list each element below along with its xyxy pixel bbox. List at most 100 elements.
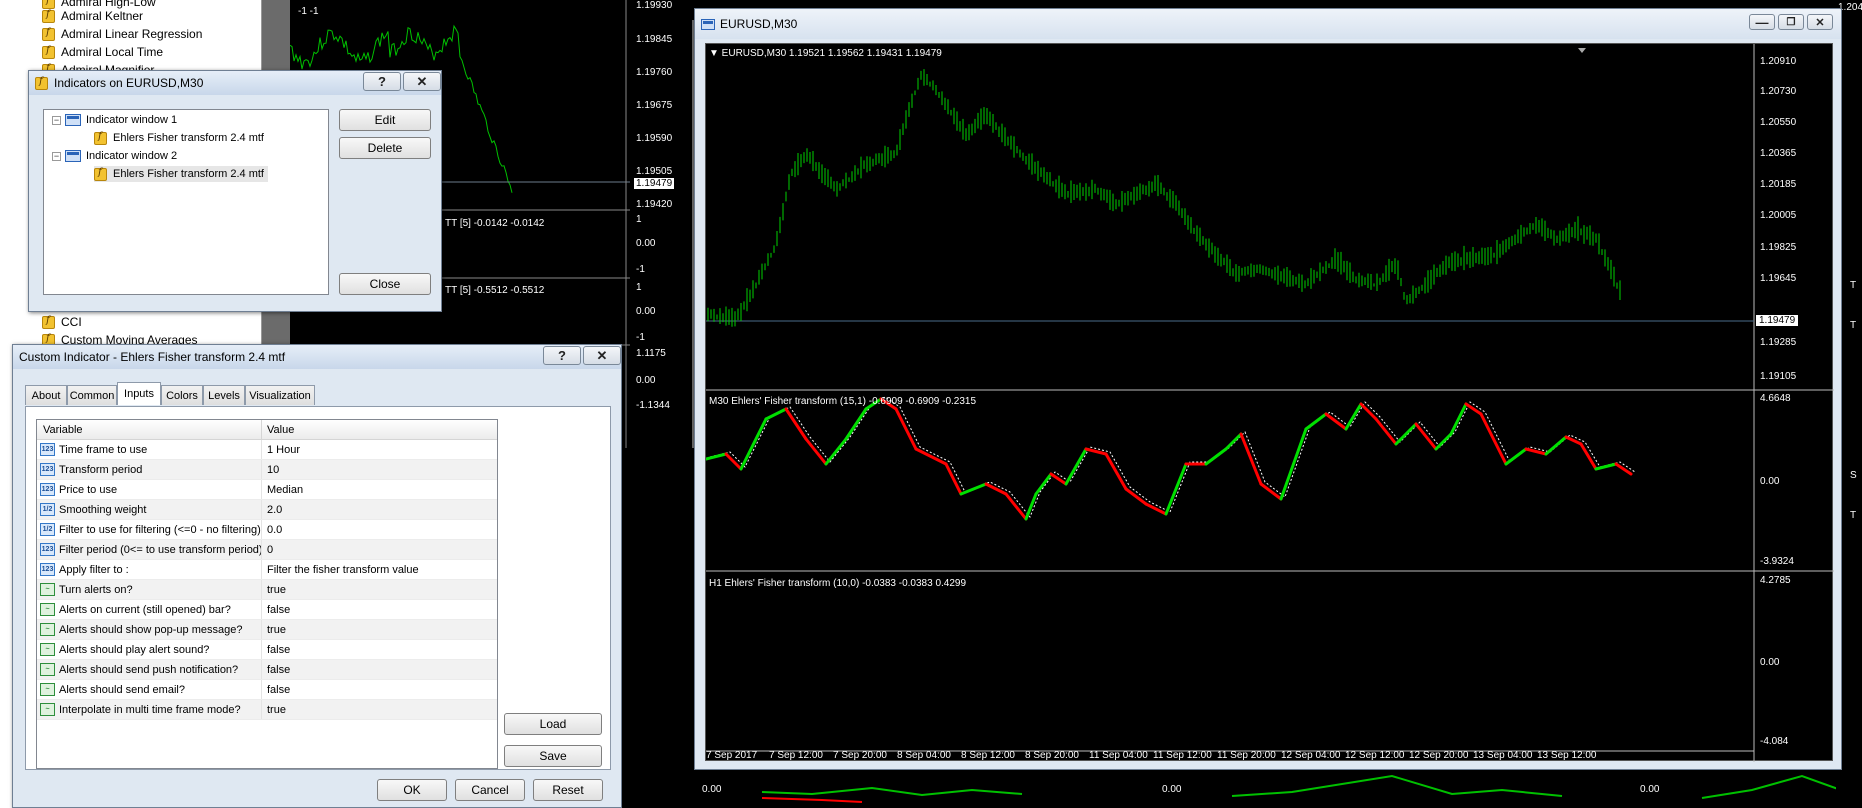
int-param-icon: 123: [40, 483, 55, 496]
inputs-table[interactable]: Variable Value 123 Time frame to use 1 Hou…: [36, 419, 498, 769]
input-value[interactable]: 10: [267, 464, 279, 476]
tree-item-indicator-selected[interactable]: Ehlers Fisher transform 2.4 mtf: [94, 166, 268, 182]
indicators-tree[interactable]: − Indicator window 1 Ehlers Fisher trans…: [43, 109, 329, 295]
collapse-icon[interactable]: −: [52, 115, 61, 125]
delete-button[interactable]: Delete: [339, 137, 431, 159]
close-button[interactable]: ✕: [403, 72, 441, 91]
input-row[interactable]: ~ Alerts on current (still opened) bar? fa…: [37, 600, 497, 620]
input-variable: Filter period (0<= to use transform peri…: [59, 544, 263, 556]
input-value[interactable]: 0.0: [267, 524, 282, 536]
input-value[interactable]: false: [267, 684, 290, 696]
input-value[interactable]: 0: [267, 544, 273, 556]
input-value[interactable]: false: [267, 644, 290, 656]
input-value[interactable]: true: [267, 704, 286, 716]
fisher-segment: [1374, 417, 1398, 446]
column-header-variable[interactable]: Variable: [43, 424, 83, 436]
chart-area[interactable]: ▼ EURUSD,M30 1.19521 1.19562 1.19431 1.1…: [705, 43, 1834, 762]
tab-panel: Variable Value 123 Time frame to use 1 Hou…: [25, 406, 611, 770]
input-row[interactable]: ~ Turn alerts on? true: [37, 580, 497, 600]
input-value[interactable]: 2.0: [267, 504, 282, 516]
input-value[interactable]: Filter the fisher transform value: [267, 564, 419, 576]
tree-item-indicator[interactable]: Ehlers Fisher transform 2.4 mtf: [94, 130, 264, 146]
column-header-value[interactable]: Value: [267, 424, 294, 436]
column-divider: [261, 640, 262, 659]
restore-button[interactable]: ❐: [1778, 14, 1804, 30]
navigator-item[interactable]: CCI: [42, 314, 82, 330]
load-button[interactable]: Load: [504, 713, 602, 735]
help-button[interactable]: ?: [543, 346, 581, 365]
input-value[interactable]: Median: [267, 484, 303, 496]
minimize-button[interactable]: —: [1749, 14, 1775, 30]
input-row[interactable]: 123 Filter period (0<= to use transform p…: [37, 540, 497, 560]
indicator-icon: [42, 45, 55, 59]
tab-levels[interactable]: Levels: [203, 385, 245, 405]
price-bars: [707, 69, 1621, 327]
tree-item-window-2[interactable]: − Indicator window 2: [52, 148, 177, 164]
help-button[interactable]: ?: [363, 72, 401, 91]
tab-visualization[interactable]: Visualization: [245, 385, 315, 405]
fisher-segment: [804, 437, 828, 466]
navigator-item[interactable]: Admiral Keltner: [42, 8, 143, 24]
input-row[interactable]: 123 Apply filter to : Filter the fisher tr…: [37, 560, 497, 580]
navigator-item[interactable]: Admiral Linear Regression: [42, 26, 202, 42]
fisher-segment: [1544, 435, 1568, 456]
fisher-segment: [1239, 432, 1263, 486]
input-variable: Alerts should send push notification?: [59, 664, 239, 676]
column-divider: [261, 440, 262, 459]
input-row[interactable]: ~ Alerts should send push notification? fa…: [37, 660, 497, 680]
input-value[interactable]: 1 Hour: [267, 444, 300, 456]
collapse-icon[interactable]: −: [52, 151, 61, 161]
input-value[interactable]: true: [267, 584, 286, 596]
input-row[interactable]: 123 Time frame to use 1 Hour: [37, 440, 497, 460]
input-row[interactable]: 123 Price to use Median: [37, 480, 497, 500]
fisher-segment: [824, 437, 848, 466]
input-variable: Alerts on current (still opened) bar?: [59, 604, 231, 616]
input-value[interactable]: true: [267, 624, 286, 636]
cancel-button[interactable]: Cancel: [455, 779, 525, 801]
indicator-window-icon: [65, 114, 81, 126]
save-button[interactable]: Save: [504, 745, 602, 767]
input-row[interactable]: 1/2 Smoothing weight 2.0: [37, 500, 497, 520]
double-param-icon: 1/2: [40, 523, 55, 536]
tab-about[interactable]: About: [25, 385, 67, 405]
input-row[interactable]: ~ Alerts should play alert sound? false: [37, 640, 497, 660]
fisher-lines: [706, 396, 1636, 521]
input-row[interactable]: ~ Alerts should send email? false: [37, 680, 497, 700]
edit-button[interactable]: Edit: [339, 109, 431, 131]
input-row[interactable]: ~ Interpolate in multi time frame mode? tr…: [37, 700, 497, 720]
column-divider: [261, 420, 262, 439]
input-variable: Alerts should send email?: [59, 684, 185, 696]
input-value[interactable]: false: [267, 664, 290, 676]
input-row[interactable]: ~ Alerts should show pop-up message? true: [37, 620, 497, 640]
fisher-segment: [1224, 432, 1243, 451]
subwindow-label: TT [5] -0.5512 -0.5512: [445, 285, 545, 296]
input-variable: Apply filter to :: [59, 564, 129, 576]
tree-item-window-1[interactable]: − Indicator window 1: [52, 112, 177, 128]
fisher-segment: [1204, 447, 1228, 466]
ok-button[interactable]: OK: [377, 779, 447, 801]
input-value[interactable]: false: [267, 604, 290, 616]
close-button[interactable]: ✕: [1807, 14, 1833, 30]
inputs-table-header: Variable Value: [37, 420, 497, 440]
tab-inputs[interactable]: Inputs: [117, 382, 161, 405]
background-price-axis: 1.19930 1.19845 1.19760 1.19675 1.19590 …: [630, 0, 692, 448]
indicator-icon: [42, 315, 55, 329]
fisher-segment: [959, 482, 988, 496]
fisher-segment: [1359, 402, 1378, 421]
input-variable: Smoothing weight: [59, 504, 147, 516]
input-variable: Alerts should play alert sound?: [59, 644, 210, 656]
subwindow-label: TT [5] -0.0142 -0.0142: [445, 218, 545, 229]
tab-colors[interactable]: Colors: [161, 385, 203, 405]
close-button[interactable]: ✕: [583, 346, 621, 365]
indicator-icon: [94, 167, 107, 181]
input-row[interactable]: 123 Transform period 10: [37, 460, 497, 480]
input-row[interactable]: 1/2 Filter to use for filtering (<=0 - no…: [37, 520, 497, 540]
tab-common[interactable]: Common: [67, 385, 117, 405]
fisher-segment: [1464, 402, 1483, 416]
reset-button[interactable]: Reset: [533, 779, 603, 801]
close-dialog-button[interactable]: Close: [339, 273, 431, 295]
fisher-segment: [1004, 492, 1028, 521]
navigator-item[interactable]: Admiral Local Time: [42, 44, 163, 60]
chart-icon: [701, 18, 715, 30]
fisher-segment: [844, 407, 868, 441]
